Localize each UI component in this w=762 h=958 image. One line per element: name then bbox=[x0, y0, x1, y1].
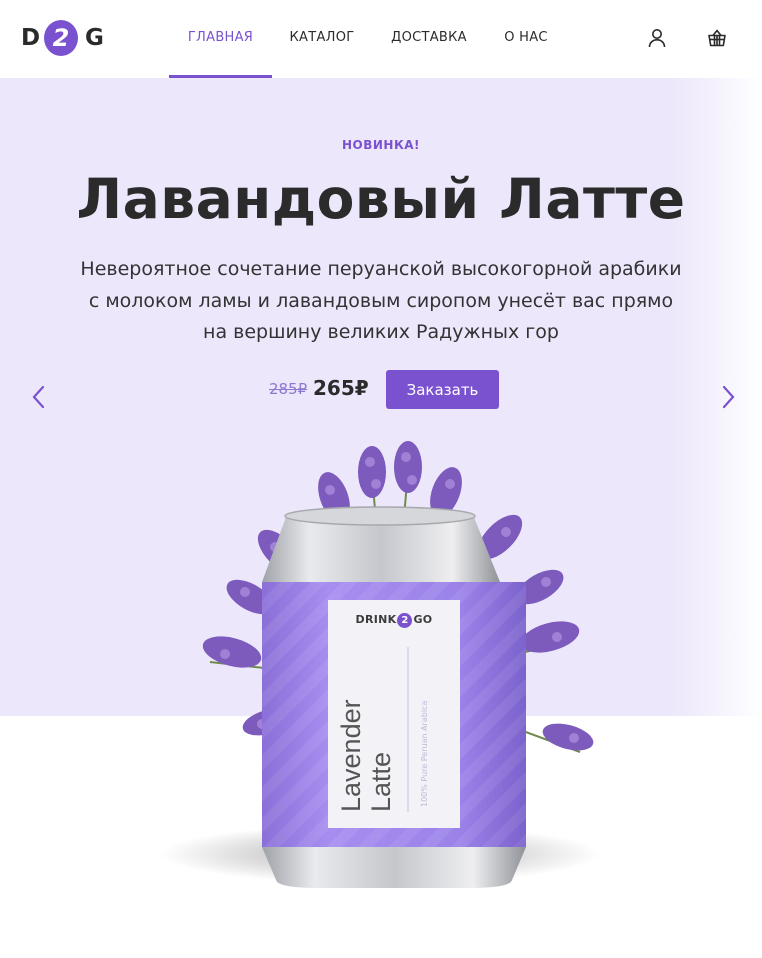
user-icon[interactable] bbox=[646, 27, 668, 49]
can-brand-left: DRINK bbox=[355, 613, 397, 626]
chevron-left-icon[interactable] bbox=[29, 384, 49, 410]
logo-letter-d: D bbox=[21, 25, 41, 51]
can-label-subtitle: 100% Pure Peruan Arabica bbox=[420, 677, 434, 807]
can-label-brand: DRINK 2 GO bbox=[346, 613, 442, 628]
can-label-name: Lavender Latte bbox=[336, 680, 426, 812]
product-image: DRINK 2 GO Lavender Latte 100% Pure Peruan… bbox=[150, 432, 630, 902]
can-name-line2: Latte bbox=[366, 751, 396, 812]
can-brand-right: GO bbox=[413, 613, 433, 626]
old-price: 285₽ bbox=[269, 380, 308, 398]
nav-item-about[interactable]: О НАС bbox=[486, 0, 566, 78]
logo-letter-g: G bbox=[85, 25, 104, 51]
order-button[interactable]: Заказать bbox=[386, 370, 499, 409]
main-nav: ГЛАВНАЯ КАТАЛОГ ДОСТАВКА О НАС bbox=[169, 0, 566, 78]
hero-title: Лавандовый Латте bbox=[76, 167, 686, 231]
can-brand-two: 2 bbox=[397, 613, 413, 628]
price-row: 285₽ 265₽ Заказать bbox=[269, 370, 509, 410]
logo-circle: 2 bbox=[44, 20, 78, 56]
logo-number: 2 bbox=[52, 24, 70, 52]
product-illustration bbox=[160, 441, 600, 888]
site-header: D 2 G ГЛАВНАЯ КАТАЛОГ ДОСТАВКА О НАС bbox=[0, 0, 762, 78]
basket-icon[interactable] bbox=[706, 27, 728, 49]
logo[interactable]: D 2 G bbox=[21, 20, 104, 56]
nav-item-delivery[interactable]: ДОСТАВКА bbox=[372, 0, 486, 78]
can-subtitle-text: 100% Pure Peruan Arabica bbox=[420, 700, 429, 807]
nav-item-catalog[interactable]: КАТАЛОГ bbox=[272, 0, 372, 78]
chevron-right-icon[interactable] bbox=[718, 384, 738, 410]
nav-item-home[interactable]: ГЛАВНАЯ bbox=[169, 0, 272, 78]
hero-description: Невероятное сочетание перуанской высоког… bbox=[80, 258, 682, 343]
can-name-line1: Lavender bbox=[336, 699, 366, 812]
new-badge: НОВИНКА! bbox=[341, 138, 421, 152]
new-price: 265₽ bbox=[313, 376, 369, 400]
